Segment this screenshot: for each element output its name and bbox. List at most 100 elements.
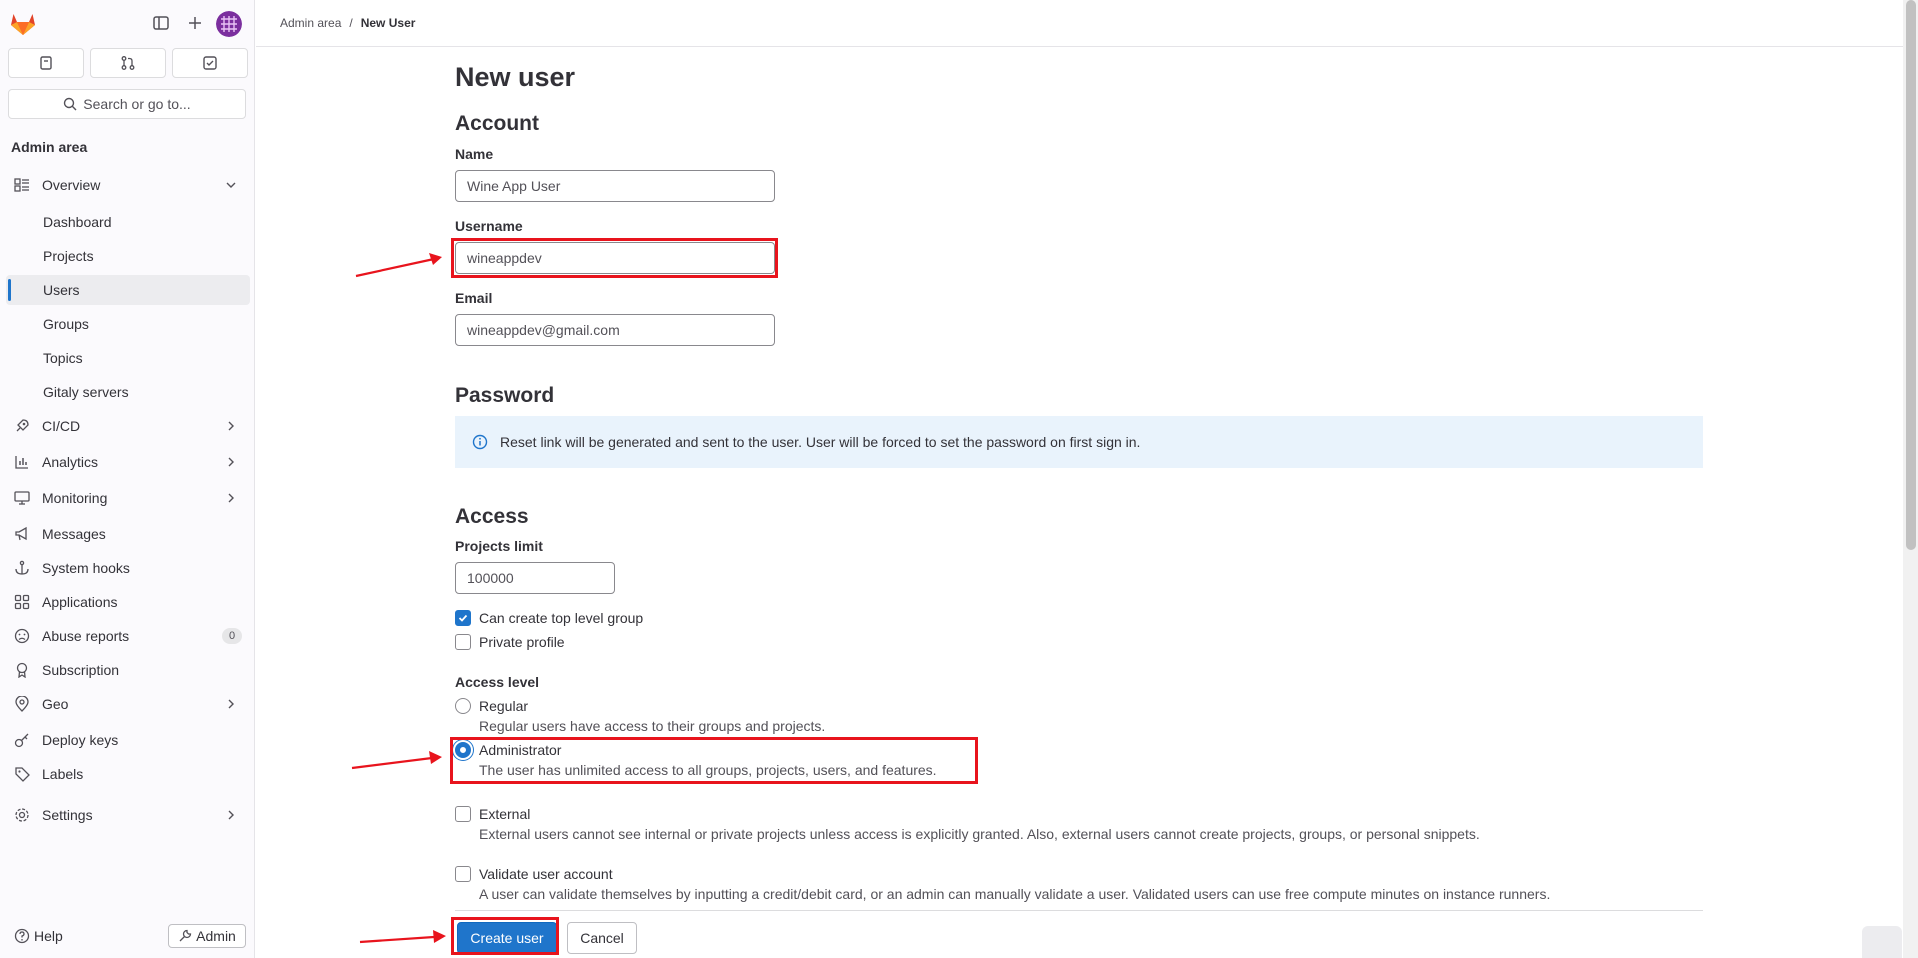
account-heading: Account bbox=[455, 112, 539, 135]
help-label: Help bbox=[34, 928, 63, 944]
bullhorn-icon bbox=[15, 526, 27, 541]
password-info-alert: Reset link will be generated and sent to… bbox=[455, 416, 1703, 468]
username-label: Username bbox=[455, 218, 523, 234]
chevron-right-icon bbox=[228, 810, 234, 820]
merge-request-icon bbox=[121, 56, 135, 70]
sidebar-item-label: Groups bbox=[43, 316, 89, 332]
issues-button[interactable] bbox=[8, 48, 84, 78]
projects-limit-label: Projects limit bbox=[455, 538, 543, 554]
info-icon bbox=[472, 434, 488, 450]
create-user-highlight-box bbox=[451, 917, 559, 955]
search-label: Search or go to... bbox=[83, 96, 191, 112]
name-input[interactable]: Wine App User bbox=[455, 170, 775, 202]
sidebar-item-abuse-reports[interactable]: Abuse reports 0 bbox=[6, 621, 250, 651]
breadcrumb-separator: / bbox=[349, 16, 353, 30]
private-profile-checkbox[interactable]: Private profile bbox=[455, 634, 565, 650]
sidebar-item-messages[interactable]: Messages bbox=[6, 519, 250, 549]
sidebar-item-analytics[interactable]: Analytics bbox=[6, 447, 250, 477]
sidebar-item-system-hooks[interactable]: System hooks bbox=[6, 553, 250, 583]
sidebar-item-label: Geo bbox=[42, 696, 69, 712]
frown-face-icon bbox=[14, 628, 30, 644]
access-heading: Access bbox=[455, 505, 529, 528]
merge-requests-button[interactable] bbox=[90, 48, 166, 78]
applications-icon bbox=[14, 594, 30, 610]
access-level-label: Access level bbox=[455, 674, 540, 690]
sidebar-item-label: Applications bbox=[42, 594, 118, 610]
administrator-highlight-box bbox=[450, 737, 978, 784]
validate-user-label: Validate user account bbox=[479, 866, 613, 882]
gitlab-logo-icon[interactable] bbox=[10, 12, 36, 36]
sidebar-item-users[interactable]: Users bbox=[6, 275, 250, 305]
sidebar-item-gitaly-servers[interactable]: Gitaly servers bbox=[6, 377, 250, 407]
help-button[interactable]: Help bbox=[14, 928, 63, 944]
radio-unselected[interactable] bbox=[455, 698, 471, 714]
admin-button[interactable]: Admin bbox=[168, 924, 246, 948]
plus-icon[interactable] bbox=[186, 14, 204, 32]
email-input[interactable]: wineappdev@gmail.com bbox=[455, 314, 775, 346]
admin-label: Admin bbox=[196, 928, 236, 944]
checkmark-icon bbox=[458, 614, 468, 622]
sidebar-item-label: Deploy keys bbox=[42, 732, 119, 748]
sidebar-item-geo[interactable]: Geo bbox=[6, 689, 250, 719]
name-label: Name bbox=[455, 146, 494, 162]
form-actions-divider bbox=[455, 910, 1703, 911]
sidebar-quick-actions bbox=[8, 48, 248, 78]
gear-icon bbox=[15, 808, 29, 822]
can-create-group-checkbox[interactable]: Can create top level group bbox=[455, 610, 643, 626]
sidebar-item-topics[interactable]: Topics bbox=[6, 343, 250, 373]
checkbox-unchecked[interactable] bbox=[455, 806, 471, 822]
cancel-button[interactable]: Cancel bbox=[567, 922, 637, 954]
sidebar-item-label: Abuse reports bbox=[42, 628, 130, 644]
sidebar-item-groups[interactable]: Groups bbox=[6, 309, 250, 339]
search-button[interactable]: Search or go to... bbox=[8, 89, 246, 119]
sidebar-item-projects[interactable]: Projects bbox=[6, 241, 250, 271]
overview-icon bbox=[14, 178, 29, 192]
rocket-icon bbox=[16, 419, 29, 432]
todo-button[interactable] bbox=[172, 48, 248, 78]
access-level-regular-radio[interactable]: Regular bbox=[455, 698, 528, 714]
sidebar-item-label: Analytics bbox=[42, 454, 99, 470]
sidebar-item-label: Gitaly servers bbox=[43, 384, 129, 400]
corner-feedback-widget[interactable] bbox=[1862, 926, 1902, 958]
administrator-arrow-icon bbox=[351, 751, 442, 770]
abuse-reports-count-badge: 0 bbox=[222, 628, 242, 644]
sidebar-item-label: Labels bbox=[42, 766, 84, 782]
license-icon bbox=[16, 662, 28, 678]
regular-help-text: Regular users have access to their group… bbox=[479, 718, 826, 734]
sidebar-item-labels[interactable]: Labels bbox=[6, 759, 250, 789]
sidebar-item-label: Settings bbox=[42, 807, 93, 823]
sidebar-item-label: Users bbox=[43, 282, 80, 298]
sidebar-item-applications[interactable]: Applications bbox=[6, 587, 250, 617]
create-user-arrow-icon bbox=[359, 930, 446, 944]
chevron-down-icon bbox=[226, 182, 236, 188]
sidebar-footer: Help Admin bbox=[0, 922, 255, 952]
checkbox-checked[interactable] bbox=[455, 610, 471, 626]
help-icon bbox=[14, 928, 30, 944]
sidebar-item-overview[interactable]: Overview bbox=[6, 170, 250, 200]
sidebar: Search or go to... Admin area Overview D… bbox=[0, 0, 255, 958]
page-scrollbar-thumb[interactable] bbox=[1906, 0, 1916, 550]
breadcrumb-current: New User bbox=[360, 16, 416, 30]
sidebar-item-subscription[interactable]: Subscription bbox=[6, 655, 250, 685]
password-info-text: Reset link will be generated and sent to… bbox=[500, 434, 1141, 450]
external-checkbox[interactable]: External bbox=[455, 806, 530, 822]
top-bar: Admin area / New User bbox=[256, 0, 1906, 47]
validate-user-checkbox[interactable]: Validate user account bbox=[455, 866, 613, 882]
projects-limit-input[interactable]: 100000 bbox=[455, 562, 615, 594]
chevron-right-icon bbox=[228, 493, 234, 503]
avatar[interactable] bbox=[216, 11, 242, 37]
checkbox-unchecked[interactable] bbox=[455, 866, 471, 882]
page-title: New user bbox=[455, 62, 576, 92]
sidebar-item-settings[interactable]: Settings bbox=[6, 800, 250, 830]
username-highlight-box bbox=[451, 238, 778, 278]
sidebar-toggle-icon[interactable] bbox=[152, 14, 170, 32]
checkbox-unchecked[interactable] bbox=[455, 634, 471, 650]
password-heading: Password bbox=[455, 384, 555, 407]
location-pin-icon bbox=[15, 696, 29, 712]
sidebar-item-monitoring[interactable]: Monitoring bbox=[6, 483, 250, 513]
regular-label: Regular bbox=[479, 698, 529, 714]
sidebar-item-dashboard[interactable]: Dashboard bbox=[6, 207, 250, 237]
breadcrumb-admin-area[interactable]: Admin area bbox=[280, 16, 341, 30]
sidebar-item-deploy-keys[interactable]: Deploy keys bbox=[6, 725, 250, 755]
sidebar-item-cicd[interactable]: CI/CD bbox=[6, 411, 250, 441]
